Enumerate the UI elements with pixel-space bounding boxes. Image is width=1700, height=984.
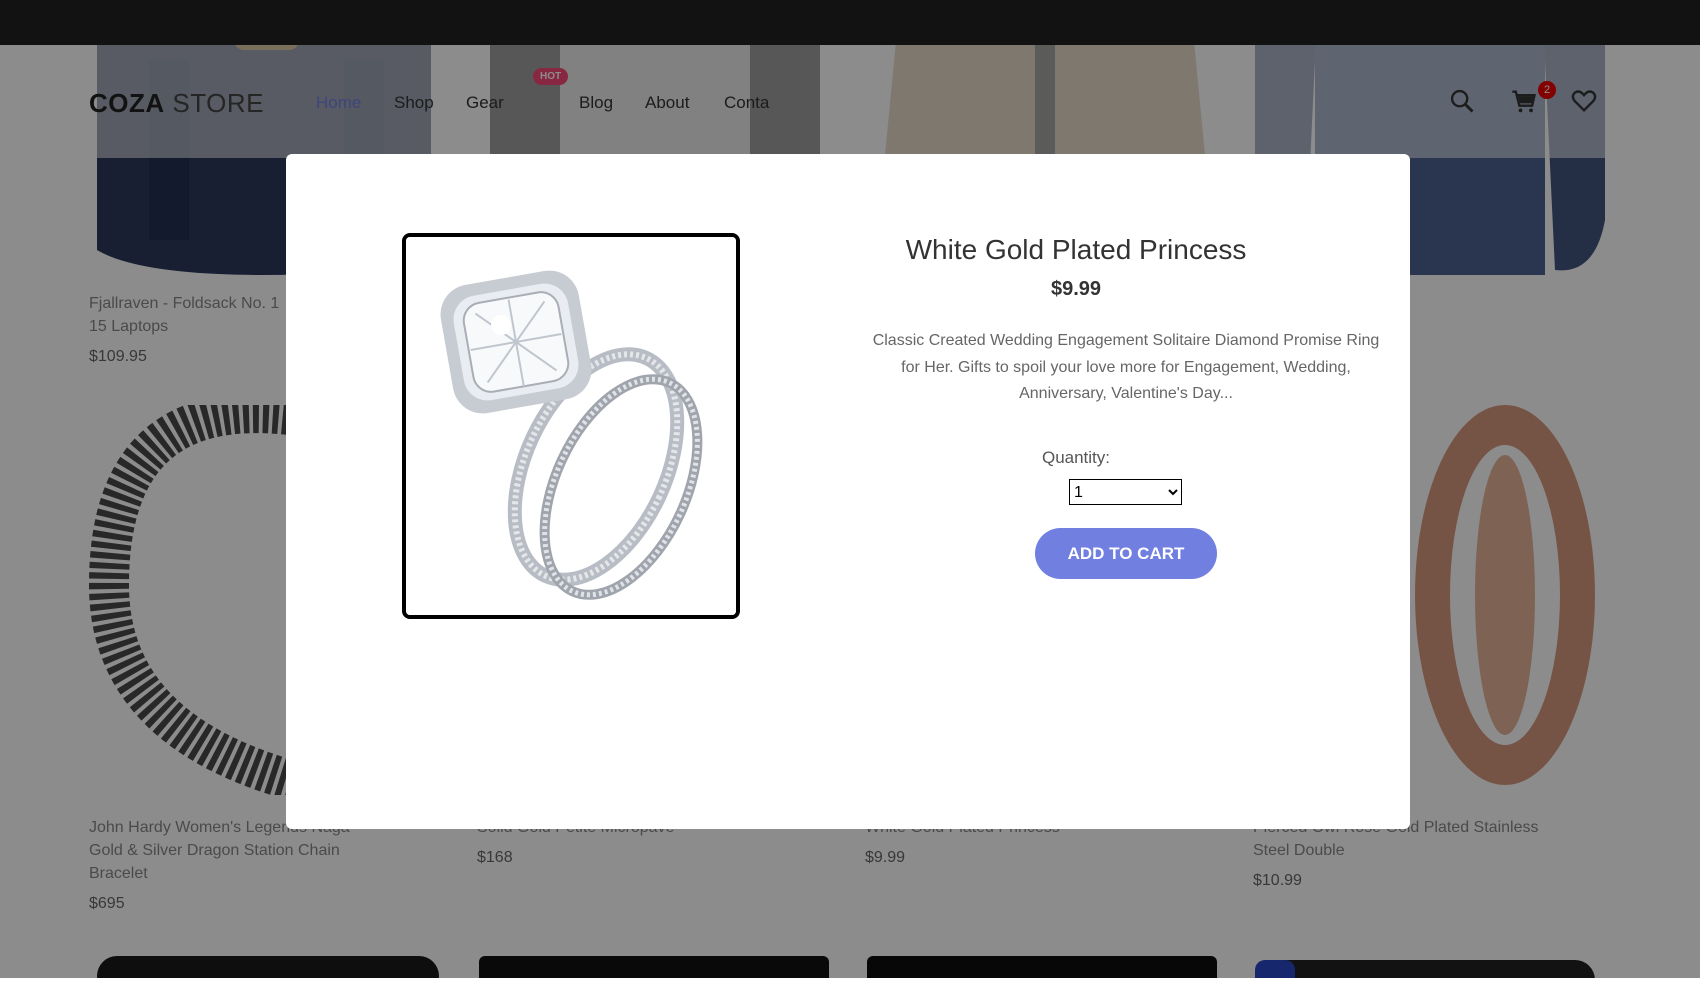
ring-image: [406, 237, 736, 615]
quantity-label: Quantity:: [1041, 448, 1111, 467]
modal-product-price: $9.99: [1050, 278, 1102, 300]
modal-product-description: Classic Created Wedding Engagement Solit…: [872, 332, 1380, 402]
modal-product-title: White Gold Plated Princess: [905, 234, 1247, 265]
page-bottom-edge: [0, 978, 1700, 984]
modal-product-image: [402, 233, 740, 619]
quick-view-modal: White Gold Plated Princess $9.99 Classic…: [286, 154, 1410, 829]
add-to-cart-button[interactable]: ADD TO CART: [1035, 528, 1217, 579]
quantity-select[interactable]: 1: [1069, 479, 1182, 505]
